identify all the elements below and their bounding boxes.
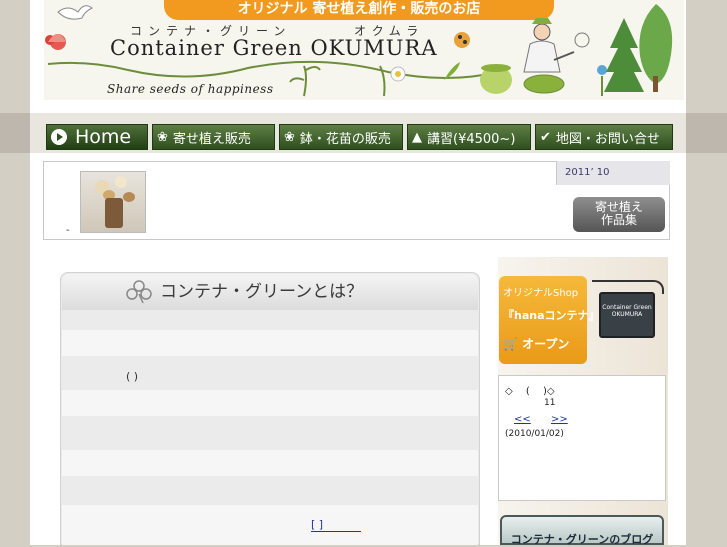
blog-button[interactable]: コンテナ・グリーンのブログ <box>500 515 664 546</box>
panel-stripe <box>62 505 478 545</box>
banner-dot: - <box>66 225 70 236</box>
vase-icon <box>105 198 123 228</box>
shop-line3-text: オープン <box>522 337 570 351</box>
tagline: Share seeds of happiness <box>107 82 274 96</box>
nav-lessons-button[interactable]: ▲ 講習(¥4500~) <box>407 124 531 150</box>
panel-link[interactable]: [ ] <box>311 518 361 532</box>
panel-stripe <box>62 330 478 356</box>
calendar-date: (2010/01/02) <box>505 429 564 439</box>
panel-paren-text: ( ) <box>126 370 139 383</box>
calendar-prev-link[interactable]: << <box>514 414 531 425</box>
calendar-next-link[interactable]: >> <box>551 414 568 425</box>
shop-sign: Container Green OKUMURA <box>599 292 655 338</box>
nav-pots-seedlings-label: 鉢・花苗の販売 <box>299 131 391 147</box>
nav-map-contact-button[interactable]: ✔ 地図・お問い合せ <box>535 124 673 150</box>
leaf-icon: ❀ <box>157 129 168 145</box>
nav-arrangement-sale-button[interactable]: ❀ 寄せ植え販売 <box>152 124 275 150</box>
banner-date: 2011’ 10 <box>556 161 670 185</box>
check-icon: ✔ <box>540 129 551 145</box>
gallery-button-label: 寄せ植え 作品集 <box>594 200 643 227</box>
calendar-title: ◇ ( )◇ <box>505 386 555 397</box>
tree-icon: ▲ <box>412 129 422 145</box>
shop-open-banner[interactable]: オリジナルShop 『hanaコンテナ』 🛒 オープン <box>499 276 600 364</box>
play-icon <box>51 129 67 145</box>
site-header: オリジナル 寄せ植え創作・販売のお店 コンテナ・グリーン オクムラ Contai… <box>44 0 684 100</box>
nav-pots-seedlings-button[interactable]: ❀ 鉢・花苗の販売 <box>279 124 403 150</box>
shop-line3: 🛒 オープン <box>503 335 587 352</box>
panel-stripe <box>62 450 478 476</box>
shop-line2: 『hanaコンテナ』 <box>503 309 600 322</box>
panel-title: コンテナ・グリーンとは？ <box>160 282 364 302</box>
nav-lessons-label: 講習(¥4500~) <box>427 131 516 147</box>
cart-icon: 🛒 <box>503 337 518 351</box>
nav-home-label: Home <box>75 126 132 148</box>
nav-home-button[interactable]: Home <box>46 124 148 150</box>
gallery-button[interactable]: 寄せ植え 作品集 <box>573 197 665 232</box>
leaf-icon: ❀ <box>284 129 295 145</box>
nav-map-contact-label: 地図・お問い合せ <box>555 131 660 147</box>
calendar-day: 11 <box>544 398 556 408</box>
clover-icon <box>126 280 152 304</box>
panel-stripe <box>62 390 478 416</box>
shop-sign-text: Container Green OKUMURA <box>602 304 652 318</box>
brand-name: Container Green OKUMURA <box>110 36 438 60</box>
nav-arrangement-sale-label: 寄せ植え販売 <box>172 131 251 147</box>
arrangement-thumbnail[interactable] <box>80 171 146 233</box>
shop-line1: オリジナルShop <box>503 288 579 299</box>
